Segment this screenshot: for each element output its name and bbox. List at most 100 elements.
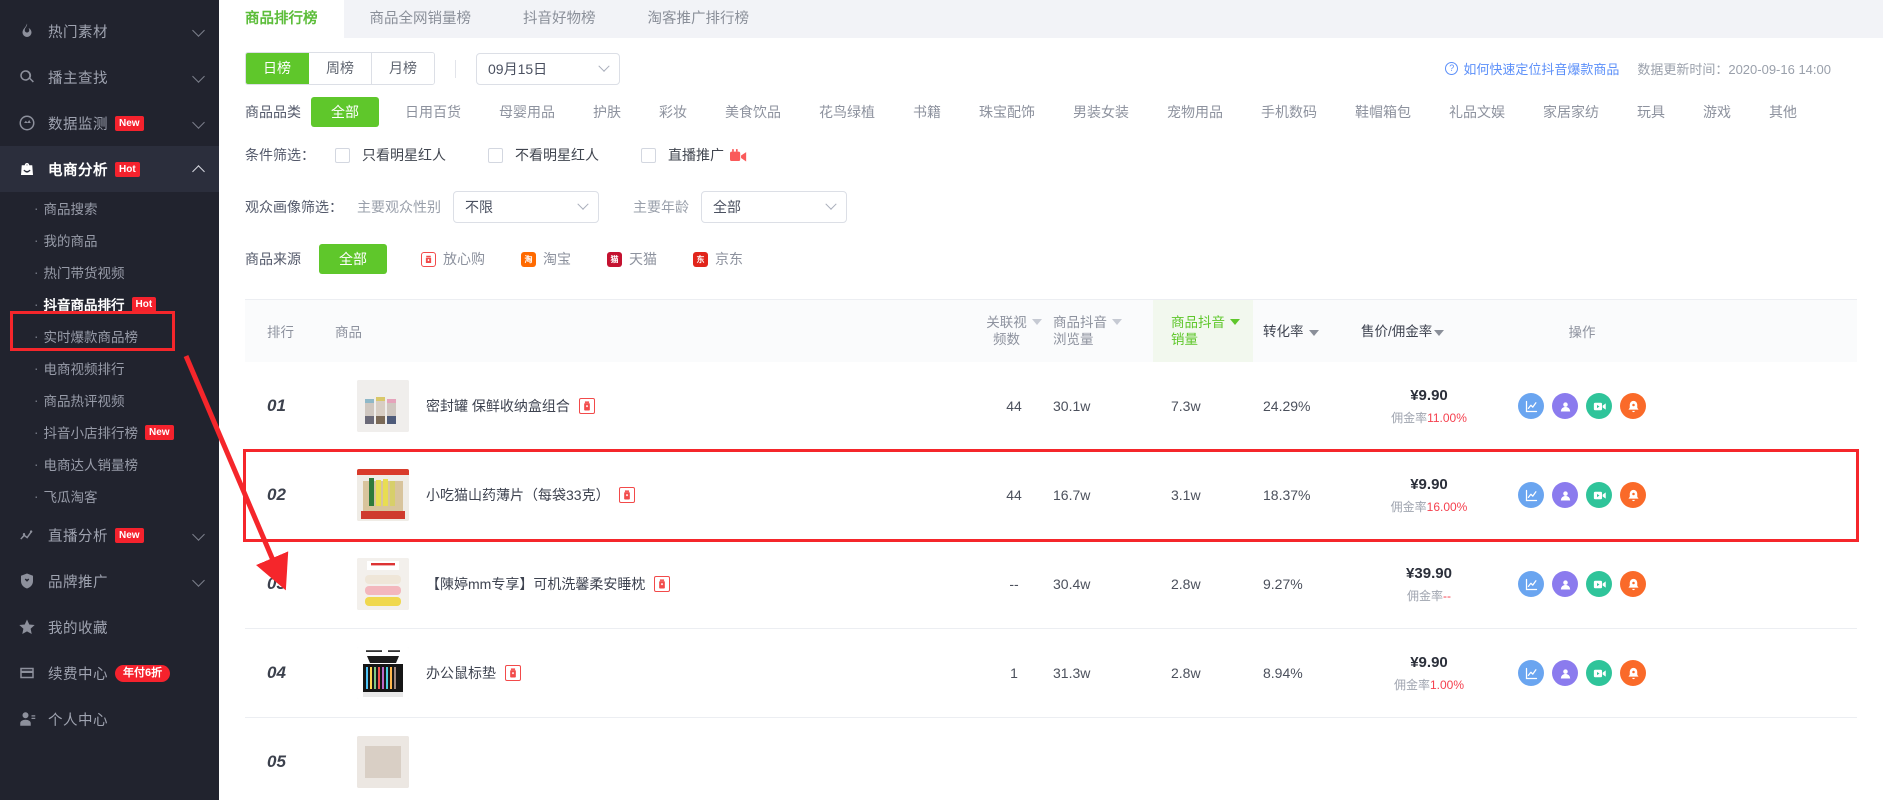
- product-thumbnail[interactable]: [357, 380, 409, 432]
- tab-taoke-promotion-ranking[interactable]: 淘客推广排行榜: [622, 0, 776, 38]
- table-row[interactable]: 02 小吃猫山药薄片（每袋33克） 44 16.7w 3.1w 18.37% ¥…: [243, 449, 1859, 542]
- sidebar-item-product-hot-comments[interactable]: · 商品热评视频: [0, 384, 219, 416]
- sidebar-group-anchor-search[interactable]: 播主查找: [0, 54, 219, 100]
- chevron-down-icon[interactable]: [192, 528, 205, 541]
- period-weekly-button[interactable]: 周榜: [309, 53, 372, 84]
- sidebar-group-live-analysis[interactable]: 直播分析 New: [0, 512, 219, 558]
- chevron-up-icon[interactable]: [192, 165, 205, 178]
- video-play-icon[interactable]: [1586, 660, 1612, 686]
- sort-caret-icon[interactable]: [1434, 330, 1445, 336]
- column-header-price-commission[interactable]: 售价/佣金率: [1349, 323, 1497, 340]
- product-thumbnail[interactable]: [357, 736, 409, 788]
- product-thumbnail[interactable]: [357, 647, 409, 699]
- chevron-down-icon[interactable]: [192, 70, 205, 83]
- sort-caret-icon[interactable]: [1230, 319, 1240, 325]
- trend-chart-icon[interactable]: [1518, 482, 1544, 508]
- user-profile-icon[interactable]: [1552, 393, 1578, 419]
- category-makeup[interactable]: 彩妆: [659, 102, 687, 122]
- sidebar-item-feigua-taoke[interactable]: · 飞瓜淘客: [0, 480, 219, 512]
- column-header-conversion-rate[interactable]: 转化率: [1253, 323, 1349, 340]
- row-product-cell[interactable]: 办公鼠标垫: [335, 647, 975, 699]
- category-all[interactable]: 全部: [311, 97, 379, 127]
- sidebar-item-my-products[interactable]: · 我的商品: [0, 224, 219, 256]
- tab-product-ranking[interactable]: 商品排行榜: [219, 0, 344, 38]
- table-row[interactable]: 01 密封罐 保鲜收纳盒组合 44 30.1w 7.3w 24.29% ¥9.9…: [245, 362, 1857, 451]
- row-product-cell[interactable]: 密封罐 保鲜收纳盒组合: [335, 380, 975, 432]
- source-tmall[interactable]: 猫 天猫: [607, 249, 657, 269]
- tab-全网销量榜[interactable]: 商品全网销量榜: [344, 0, 498, 38]
- product-thumbnail[interactable]: [357, 469, 409, 521]
- period-monthly-button[interactable]: 月榜: [372, 53, 434, 84]
- sidebar-item-realtime-hot-products[interactable]: · 实时爆款商品榜: [0, 320, 219, 352]
- checkbox-box[interactable]: [488, 147, 503, 163]
- video-play-icon[interactable]: [1586, 393, 1612, 419]
- checkbox-only-celebrities[interactable]: 只看明星红人: [335, 145, 446, 165]
- video-play-icon[interactable]: [1586, 482, 1612, 508]
- video-play-icon[interactable]: [1586, 571, 1612, 597]
- sort-caret-icon[interactable]: [1112, 319, 1122, 325]
- sidebar-item-hot-selling-videos[interactable]: · 热门带货视频: [0, 256, 219, 288]
- sort-caret-icon[interactable]: [1308, 330, 1319, 336]
- sidebar-item-ecommerce-influencer-sales[interactable]: · 电商达人销量榜: [0, 448, 219, 480]
- product-name-wrap[interactable]: 密封罐 保鲜收纳盒组合: [426, 396, 595, 416]
- trend-chart-icon[interactable]: [1518, 393, 1544, 419]
- source-taobao[interactable]: 淘 淘宝: [521, 249, 571, 269]
- table-row[interactable]: 05: [245, 718, 1857, 800]
- category-plants[interactable]: 花鸟绿植: [819, 102, 875, 122]
- chevron-down-icon[interactable]: [192, 574, 205, 587]
- sidebar-group-personal-center[interactable]: 个人中心: [0, 696, 219, 742]
- row-product-cell[interactable]: 【陳婷mm专享】可机洗馨柔安睡枕: [335, 558, 975, 610]
- category-gifts-entertainment[interactable]: 礼品文娱: [1449, 102, 1505, 122]
- category-toys[interactable]: 玩具: [1637, 102, 1665, 122]
- sidebar-item-product-search[interactable]: · 商品搜索: [0, 192, 219, 224]
- product-name-wrap[interactable]: 【陳婷mm专享】可机洗馨柔安睡枕: [426, 574, 671, 594]
- sidebar-item-douyin-shop-ranking[interactable]: · 抖音小店排行榜 New: [0, 416, 219, 448]
- audience-gender-select[interactable]: 不限: [453, 191, 599, 223]
- help-link-find-hot-products[interactable]: ? 如何快速定位抖音爆款商品: [1445, 59, 1619, 78]
- category-skincare[interactable]: 护肤: [593, 102, 621, 122]
- sidebar-group-brand-promotion[interactable]: 品牌推广: [0, 558, 219, 604]
- category-books[interactable]: 书籍: [913, 102, 941, 122]
- row-product-cell[interactable]: [335, 736, 975, 788]
- column-header-douyin-sales[interactable]: 商品抖音 销量: [1153, 300, 1253, 362]
- sidebar-group-ecommerce-analysis[interactable]: 电商分析 Hot: [0, 146, 219, 192]
- sidebar-group-data-monitor[interactable]: 数据监测 New: [0, 100, 219, 146]
- tab-douyin-good-products[interactable]: 抖音好物榜: [497, 0, 622, 38]
- sidebar-group-renewal-center[interactable]: 续费中心 年付6折: [0, 650, 219, 696]
- category-food-drink[interactable]: 美食饮品: [725, 102, 781, 122]
- period-daily-button[interactable]: 日榜: [246, 53, 309, 84]
- sidebar-group-my-favorites[interactable]: 我的收藏: [0, 604, 219, 650]
- trend-chart-icon[interactable]: [1518, 660, 1544, 686]
- sidebar-group-hot-material[interactable]: 热门素材: [0, 8, 219, 54]
- category-clothing[interactable]: 男装女装: [1073, 102, 1129, 122]
- checkbox-box[interactable]: [335, 147, 350, 163]
- user-profile-icon[interactable]: [1552, 660, 1578, 686]
- checkbox-box[interactable]: [641, 147, 656, 163]
- product-thumbnail[interactable]: [357, 558, 409, 610]
- category-games[interactable]: 游戏: [1703, 102, 1731, 122]
- category-shoes-bags[interactable]: 鞋帽箱包: [1355, 102, 1411, 122]
- alarm-icon[interactable]: [1620, 482, 1646, 508]
- user-profile-icon[interactable]: [1552, 482, 1578, 508]
- checkbox-exclude-celebrities[interactable]: 不看明星红人: [488, 145, 599, 165]
- category-daily-goods[interactable]: 日用百货: [405, 102, 461, 122]
- product-name-wrap[interactable]: 办公鼠标垫: [426, 663, 521, 683]
- category-mobile-digital[interactable]: 手机数码: [1261, 102, 1317, 122]
- source-jd[interactable]: 东 京东: [693, 249, 743, 269]
- user-profile-icon[interactable]: [1552, 571, 1578, 597]
- sort-caret-icon[interactable]: [1031, 319, 1042, 325]
- chevron-down-icon[interactable]: [192, 116, 205, 129]
- sidebar-item-douyin-product-ranking[interactable]: · 抖音商品排行 Hot: [0, 288, 219, 320]
- category-maternal-baby[interactable]: 母婴用品: [499, 102, 555, 122]
- checkbox-live-promotion[interactable]: 直播推广: [641, 145, 747, 165]
- row-product-cell[interactable]: 小吃猫山药薄片（每袋33克）: [335, 469, 975, 521]
- table-row[interactable]: 04 办公鼠标垫 1 31.3w 2.8w 8.94% ¥9.90 佣金率1.0…: [245, 629, 1857, 718]
- column-header-video-count[interactable]: 关联视 频数: [975, 314, 1053, 348]
- category-home-textile[interactable]: 家居家纺: [1543, 102, 1599, 122]
- alarm-icon[interactable]: [1620, 660, 1646, 686]
- chevron-down-icon[interactable]: [192, 24, 205, 37]
- date-picker[interactable]: 09月15日: [476, 52, 620, 85]
- source-fangxingou[interactable]: 放心购: [421, 249, 485, 269]
- column-header-douyin-views[interactable]: 商品抖音 浏览量: [1053, 314, 1153, 348]
- product-name-wrap[interactable]: 小吃猫山药薄片（每袋33克）: [426, 485, 635, 505]
